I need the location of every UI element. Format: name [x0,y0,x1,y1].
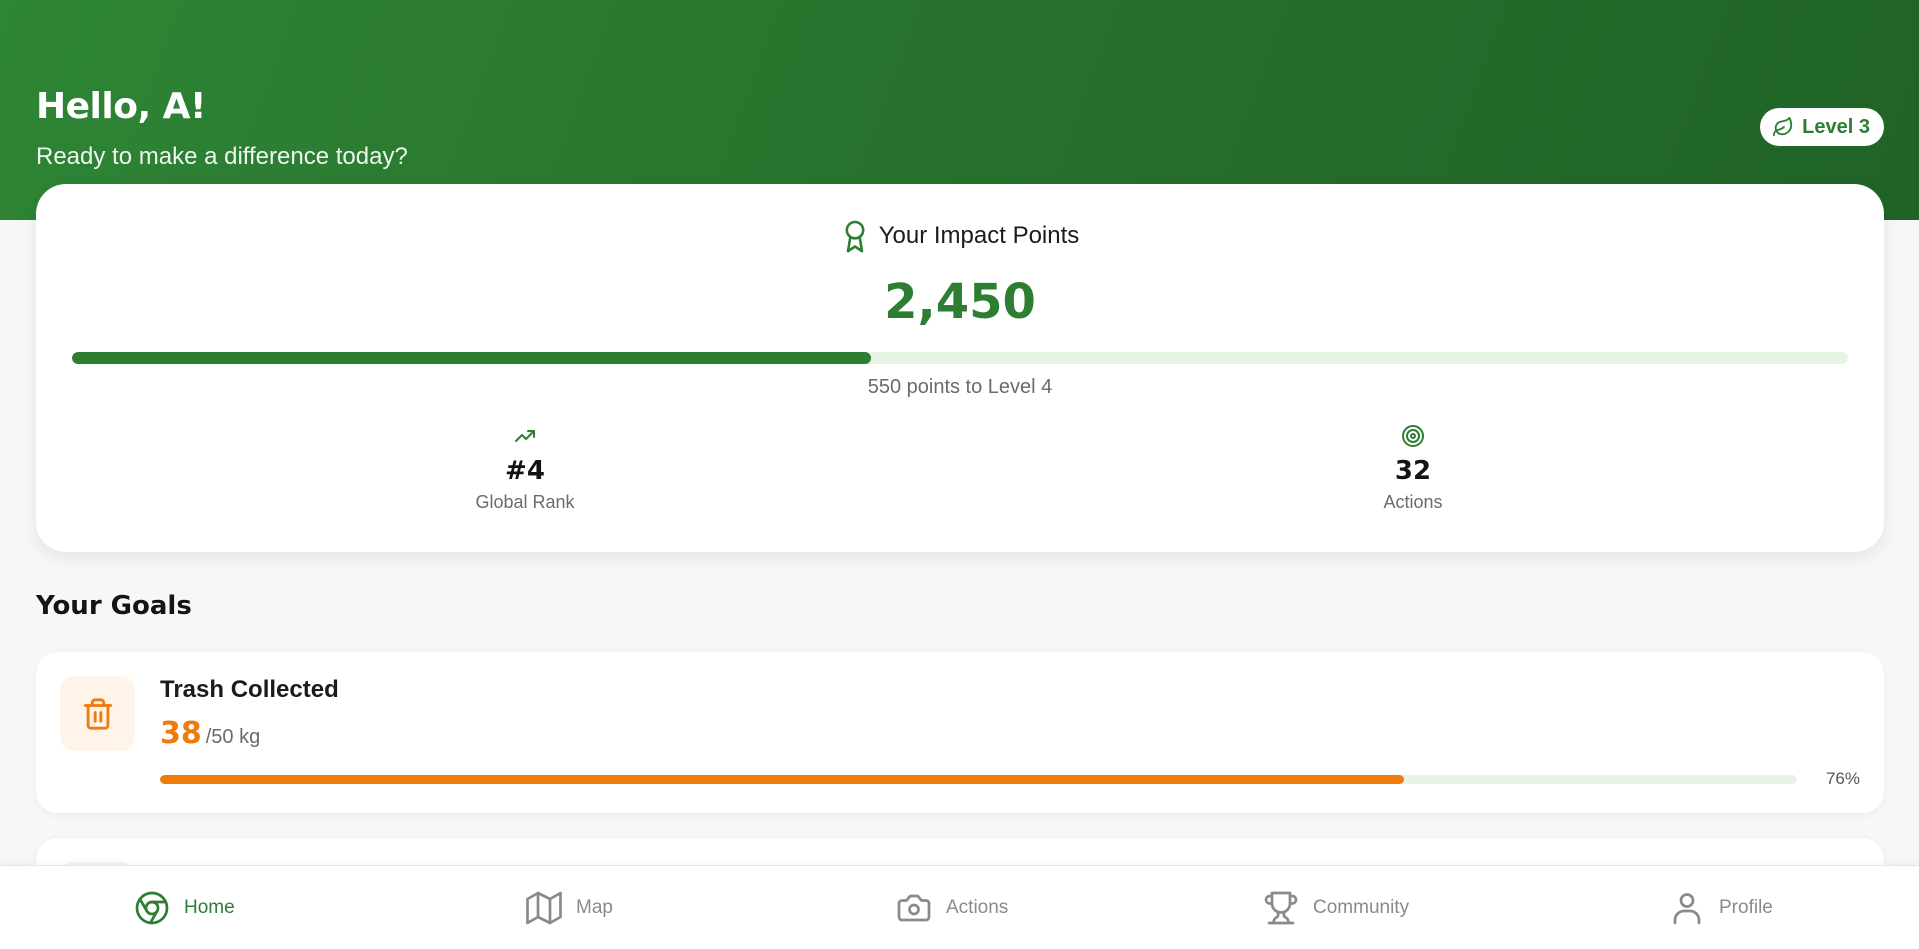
goal-icon-container [60,676,135,751]
goals-section-title: Your Goals [36,591,192,621]
trending-up-icon [515,430,535,442]
leaf-icon [1773,116,1793,137]
stat-label: Actions [1383,492,1443,512]
trash-icon [83,697,112,730]
goal-title: Trash Collected [160,676,339,703]
goal-amount: 38/50 kg [160,716,260,751]
goal-card-trash[interactable]: Trash Collected 38/50 kg 76% [36,652,1884,813]
nav-item-map[interactable]: Map [526,866,613,949]
impact-points-card: Your Impact Points 2,450 550 points to L… [36,184,1884,552]
nav-label: Actions [946,897,1009,918]
goal-progress-bar [160,775,1797,784]
level-progress-fill [72,352,872,364]
award-icon [845,220,865,253]
impact-header: Your Impact Points [36,218,1884,254]
nav-label: Home [184,897,235,918]
goal-progress-fill [160,775,1405,784]
nav-label: Map [576,897,613,918]
nav-label: Profile [1719,897,1773,918]
goal-current-value: 38 [160,716,202,751]
goal-target-value: /50 kg [205,726,261,748]
stat-actions: 32 Actions [1263,424,1563,513]
level-progress-bar [72,352,1848,364]
greeting-title: Hello, A! [36,86,206,127]
user-icon [1673,893,1701,925]
stat-value: #4 [505,456,545,486]
level-badge[interactable]: Level 3 [1760,108,1884,146]
target-icon [1402,425,1424,447]
map-icon [526,891,562,925]
bottom-navigation: Home Map Actions Community Profile [0,865,1919,949]
level-progress-caption: 550 points to Level 4 [867,376,1053,398]
nav-item-actions[interactable]: Actions [896,866,1008,949]
impact-title: Your Impact Points [878,222,1080,249]
nav-label: Community [1313,897,1410,918]
stat-value: 32 [1394,456,1432,486]
nav-item-community[interactable]: Community [1263,866,1409,949]
camera-icon [897,894,931,922]
nav-item-profile[interactable]: Profile [1669,866,1773,949]
greeting-subtitle: Ready to make a difference today? [36,143,408,170]
trophy-icon [1264,891,1298,925]
home-icon [135,891,169,925]
stat-label: Global Rank [475,492,575,512]
nav-item-home[interactable]: Home [134,866,235,949]
stat-global-rank: #4 Global Rank [375,424,675,513]
level-badge-label: Level 3 [1802,115,1870,138]
goal-progress-percent: 76% [1825,769,1860,788]
impact-points-value: 2,450 [884,274,1036,330]
